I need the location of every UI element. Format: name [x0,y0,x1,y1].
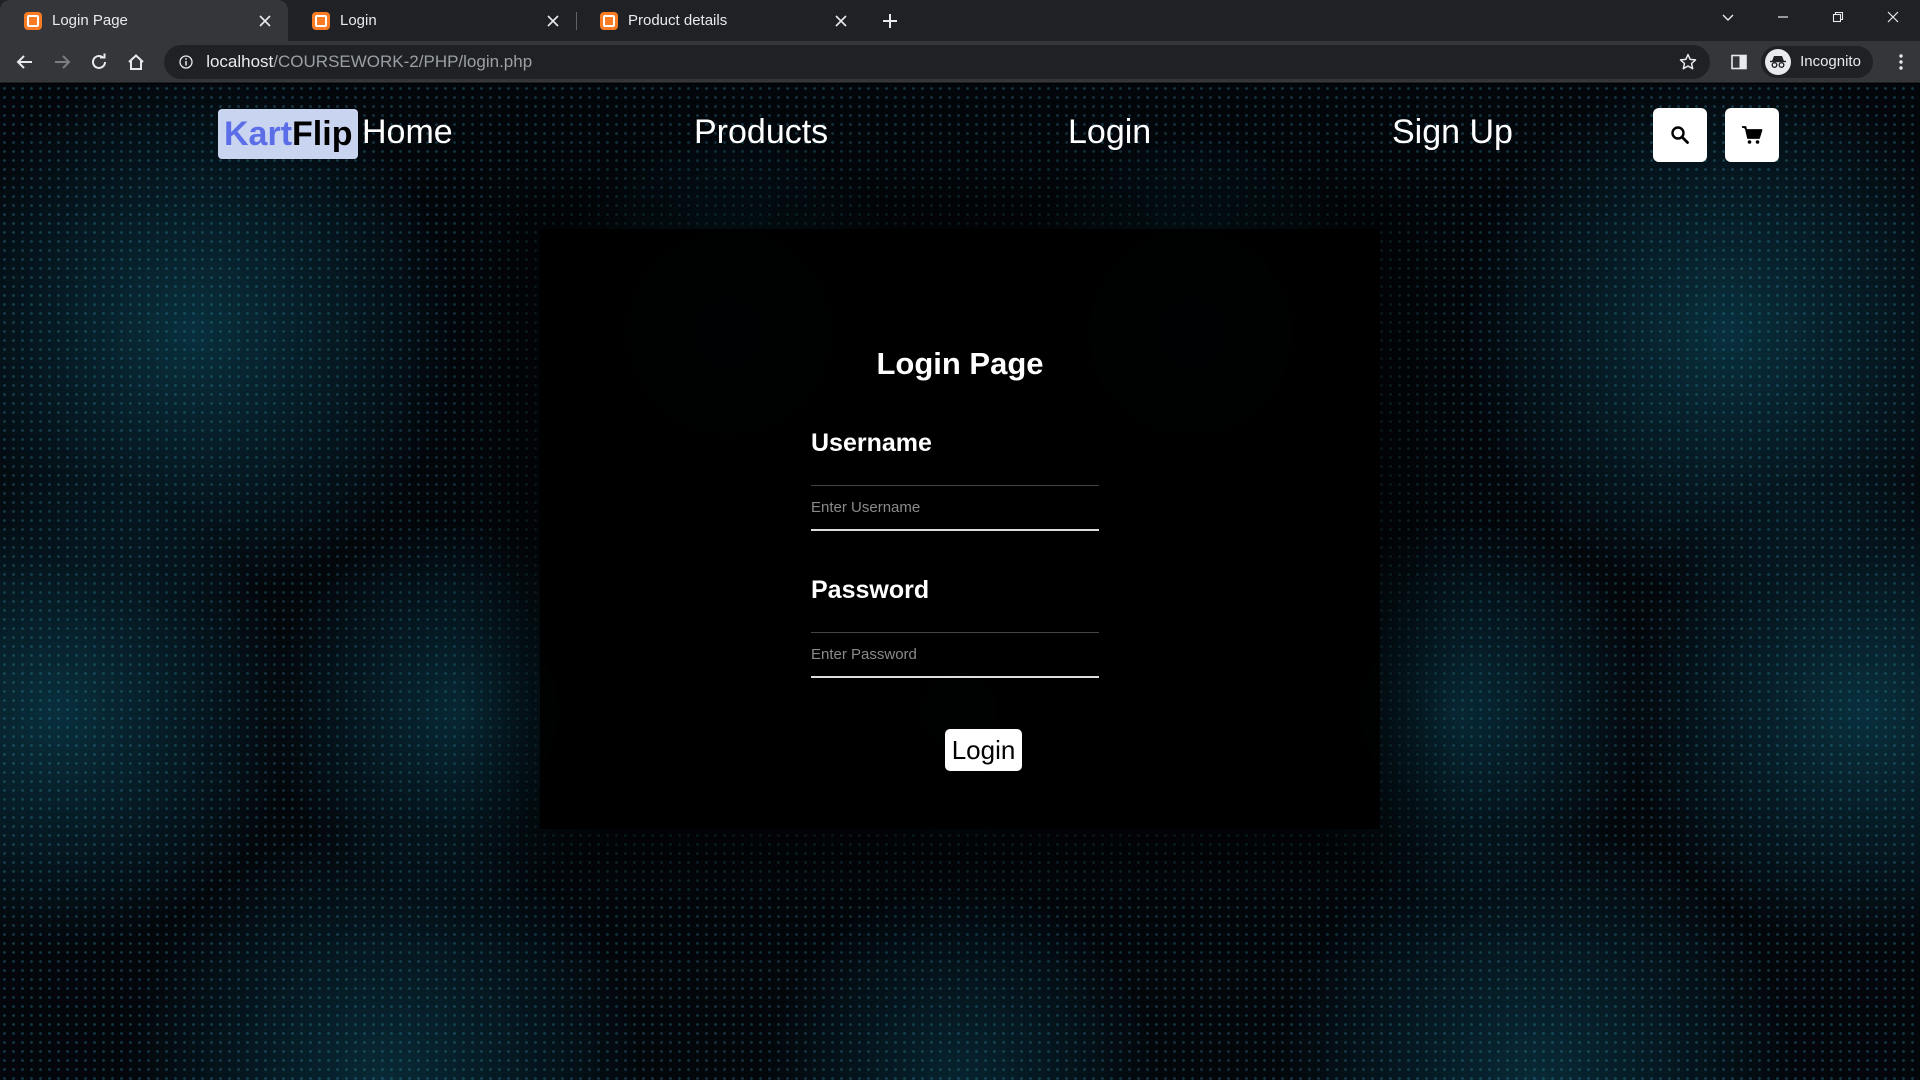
browser-menu-button[interactable] [1883,43,1920,81]
minimize-button[interactable] [1755,0,1810,34]
nav-login-link[interactable]: Login [1068,112,1151,152]
site-logo[interactable]: KartFlip [218,109,359,159]
restore-button[interactable] [1810,0,1865,34]
arrow-right-icon [54,54,70,69]
new-tab-button[interactable] [872,3,908,39]
close-icon [1887,11,1898,23]
login-card: Login Page Username Password Login [540,229,1380,829]
side-panel-button[interactable] [1720,43,1757,81]
login-submit-button[interactable]: Login [945,729,1022,771]
page-viewport: KartFlip Home Products Login Sign Up Log… [0,84,1920,1080]
close-window-button[interactable] [1865,0,1920,34]
window-controls [1700,0,1920,34]
tab-search-button[interactable] [1700,0,1755,34]
xampp-favicon-icon [600,11,618,30]
incognito-profile-button[interactable]: Incognito [1761,45,1873,78]
cart-button[interactable] [1725,108,1779,162]
logo-flip: Flip [292,115,353,153]
logo-kart: Kart [224,115,293,153]
browser-tab[interactable]: Login [288,0,576,41]
info-icon[interactable] [178,54,194,70]
browser-tab[interactable]: Login Page [0,0,288,41]
incognito-icon [1765,48,1792,75]
browser-tab-strip: Login Page Login Product details [0,0,1920,41]
url-text[interactable]: localhost/COURSEWORK-2/PHP/login.php [206,52,1676,72]
close-icon[interactable] [832,12,850,30]
tab-title: Login [340,12,377,29]
tab-title: Product details [628,12,728,29]
url-path: /COURSEWORK-2/PHP/login.php [273,51,533,71]
more-vertical-icon [1899,53,1904,70]
search-button[interactable] [1653,108,1707,162]
xampp-favicon-icon [312,11,330,30]
arrow-left-icon [16,54,32,69]
browser-toolbar: localhost/COURSEWORK-2/PHP/login.php Inc… [0,41,1920,83]
address-bar[interactable]: localhost/COURSEWORK-2/PHP/login.php [164,44,1711,79]
nav-products-link[interactable]: Products [694,112,828,152]
username-label: Username [811,429,932,457]
minimize-icon [1777,16,1788,18]
back-button[interactable] [6,43,43,81]
plus-icon [883,14,897,28]
username-input[interactable] [811,485,1099,531]
close-icon[interactable] [544,12,562,30]
browser-tab[interactable]: Product details [576,0,864,41]
url-host: localhost [206,51,274,71]
close-icon[interactable] [256,12,274,30]
side-panel-icon [1730,54,1747,69]
incognito-label: Incognito [1800,53,1861,70]
reload-button[interactable] [80,43,117,81]
search-icon [1671,126,1689,144]
site-navbar: KartFlip Home Products Login Sign Up [0,84,1920,184]
tab-title: Login Page [52,12,128,29]
forward-button[interactable] [43,43,80,81]
home-icon [127,53,144,70]
chevron-down-icon [1722,14,1733,21]
home-button[interactable] [117,43,154,81]
password-input[interactable] [811,632,1099,678]
password-label: Password [811,576,930,604]
bookmark-star-icon[interactable] [1676,50,1700,74]
xampp-favicon-icon [24,11,42,30]
restore-icon [1832,11,1843,23]
page-title: Login Page [876,346,1044,381]
nav-signup-link[interactable]: Sign Up [1392,112,1513,152]
nav-home-link[interactable]: Home [362,112,453,152]
reload-icon [91,53,106,69]
cart-icon [1742,126,1763,144]
